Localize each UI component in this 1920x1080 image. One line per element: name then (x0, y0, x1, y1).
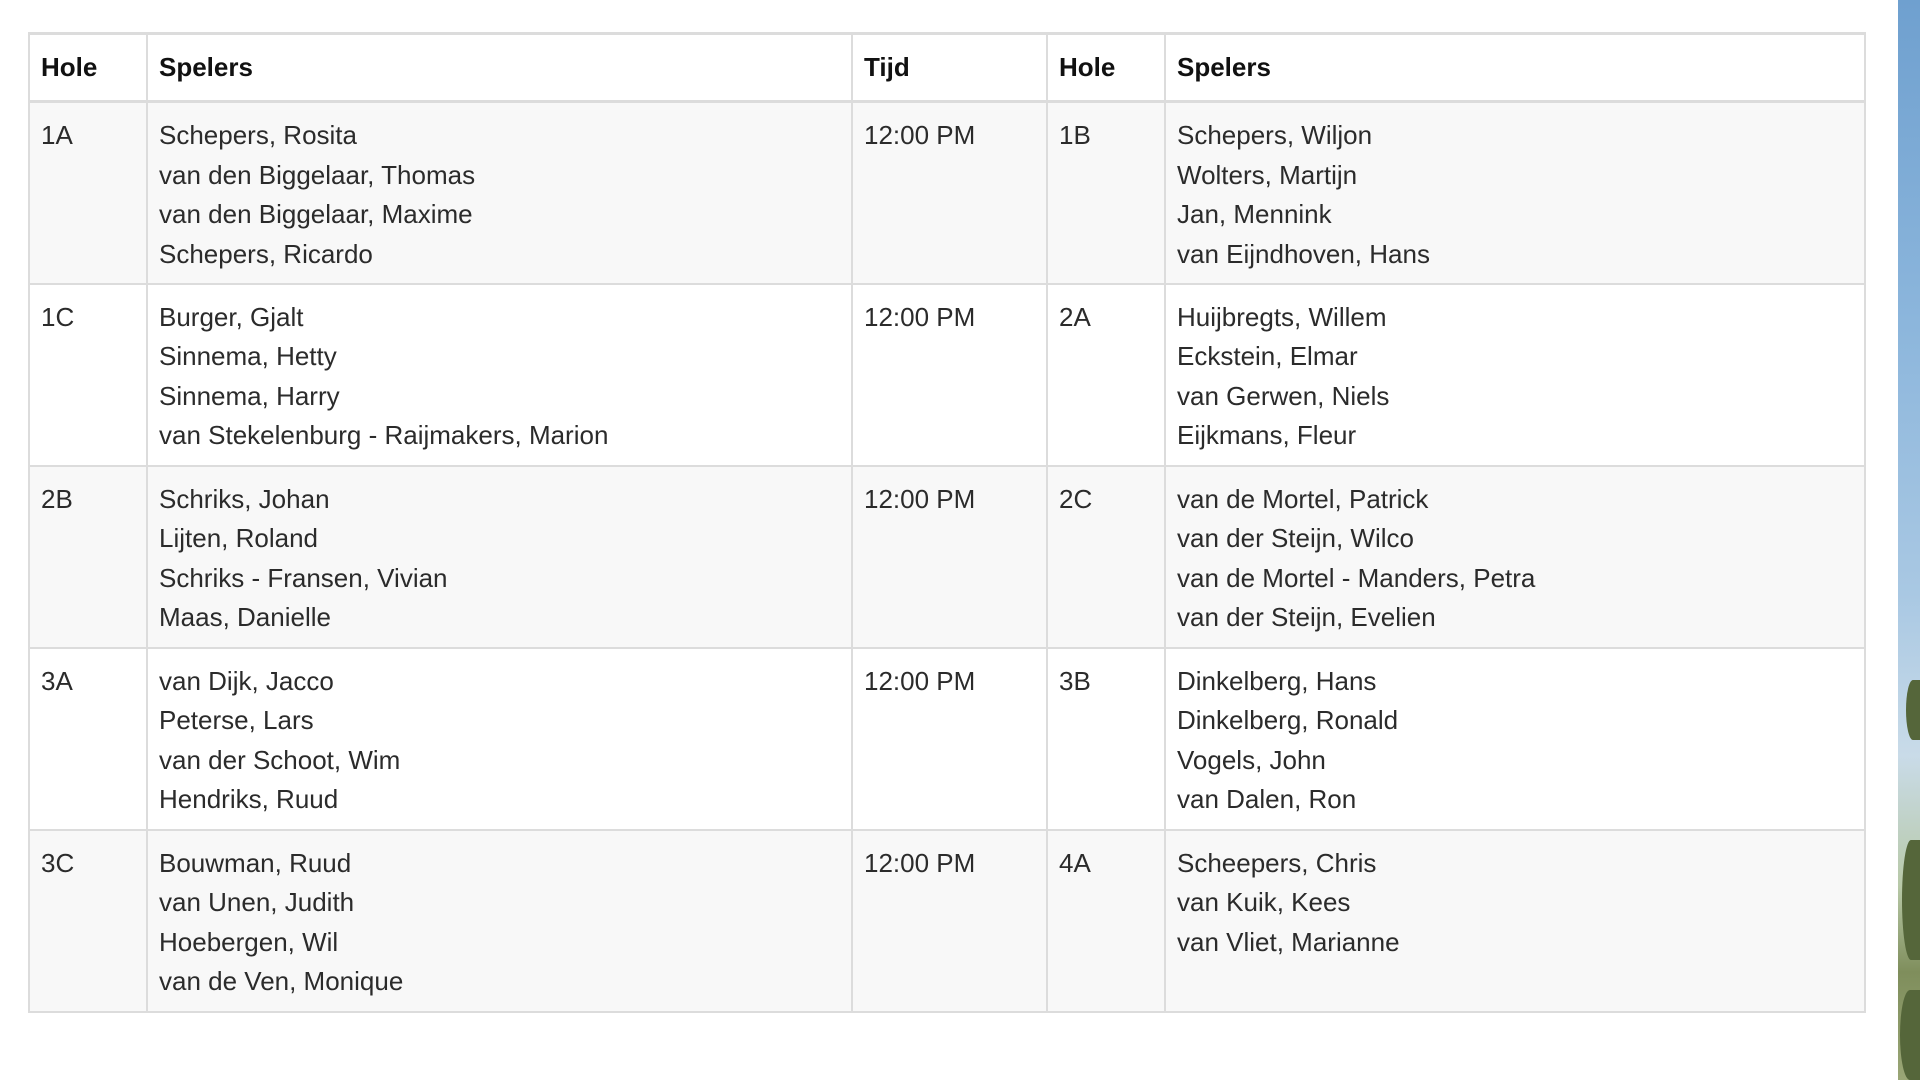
table-row: 2B Schriks, Johan Lijten, Roland Schriks… (30, 465, 1864, 649)
player-name: Schepers, Ricardo (159, 238, 373, 269)
player-name: Sinnema, Hetty (159, 341, 337, 371)
player-name: Huijbregts, Willem (1177, 301, 1387, 332)
player-name: Burger, Gjalt (159, 301, 304, 332)
player-name: Dinkelberg, Ronald (1177, 705, 1399, 735)
players-cell: Bouwman, Ruud van Unen, Judith Hoebergen… (147, 829, 853, 1013)
player-name: van Dalen, Ron (1177, 784, 1357, 814)
time-cell: 12:00 PM (852, 101, 1048, 285)
time-cell: 12:00 PM (852, 829, 1048, 1013)
hole-cell: 1C (30, 283, 148, 467)
player-name: Schepers, Rosita (159, 120, 357, 150)
players-cell: Schepers, Wiljon Wolters, Martijn Jan, M… (1165, 101, 1864, 285)
player-name: van Unen, Judith (159, 887, 355, 917)
player-name: Maas, Danielle (159, 602, 331, 632)
tree-foliage (1900, 990, 1920, 1080)
tee-time-table-container: Hole Spelers Tijd Hole Spelers 1A Schepe… (28, 32, 1866, 1013)
players-cell: van de Mortel, Patrick van der Steijn, W… (1165, 465, 1864, 649)
hole-cell: 2B (30, 465, 148, 649)
player-name: Sinnema, Harry (159, 380, 340, 411)
tree-foliage (1902, 840, 1920, 960)
table-row: 1A Schepers, Rosita van den Biggelaar, T… (30, 101, 1864, 285)
tee-time-table: Hole Spelers Tijd Hole Spelers 1A Schepe… (30, 35, 1864, 1013)
player-name: van Gerwen, Niels (1177, 380, 1390, 411)
hole-cell: 1A (30, 101, 148, 285)
player-name: van de Mortel - Manders, Petra (1177, 562, 1536, 593)
hole-cell: 3B (1047, 647, 1166, 831)
player-name: van der Steijn, Evelien (1177, 602, 1436, 632)
player-name: van Vliet, Marianne (1177, 926, 1400, 957)
players-cell: van Dijk, Jacco Peterse, Lars van der Sc… (147, 647, 853, 831)
players-cell: Schepers, Rosita van den Biggelaar, Thom… (147, 101, 853, 285)
player-name: Wolters, Martijn (1177, 159, 1358, 190)
hole-cell: 3A (30, 647, 148, 831)
tree-foliage (1906, 680, 1920, 740)
player-name: Scheepers, Chris (1177, 847, 1377, 878)
hole-cell: 3C (30, 829, 148, 1013)
header-time: Tijd (852, 35, 1048, 103)
header-hole-right: Hole (1047, 35, 1166, 103)
player-name: Schriks, Johan (159, 483, 330, 514)
player-name: Lijten, Roland (159, 523, 318, 553)
time-cell: 12:00 PM (852, 465, 1048, 649)
player-name: van Stekelenburg - Raijmakers, Marion (159, 420, 609, 450)
player-name: van de Ven, Monique (159, 966, 404, 996)
player-name: Vogels, John (1177, 744, 1326, 775)
hole-cell: 1B (1047, 101, 1166, 285)
background-photo-edge (1898, 0, 1920, 1080)
player-name: Peterse, Lars (159, 705, 314, 735)
players-cell: Scheepers, Chris van Kuik, Kees van Vlie… (1165, 829, 1864, 1013)
time-cell: 12:00 PM (852, 283, 1048, 467)
player-name: van Eijndhoven, Hans (1177, 238, 1430, 269)
player-name: Eckstein, Elmar (1177, 341, 1358, 371)
table-row: 3C Bouwman, Ruud van Unen, Judith Hoeber… (30, 829, 1864, 1013)
player-name: van de Mortel, Patrick (1177, 483, 1429, 514)
hole-cell: 2C (1047, 465, 1166, 649)
players-cell: Schriks, Johan Lijten, Roland Schriks - … (147, 465, 853, 649)
player-name: Schepers, Wiljon (1177, 120, 1373, 150)
players-cell: Dinkelberg, Hans Dinkelberg, Ronald Voge… (1165, 647, 1864, 831)
header-hole-left: Hole (30, 35, 148, 103)
player-name: van der Schoot, Wim (159, 744, 401, 775)
player-name: van der Steijn, Wilco (1177, 523, 1414, 553)
hole-cell: 4A (1047, 829, 1166, 1013)
players-cell: Huijbregts, Willem Eckstein, Elmar van G… (1165, 283, 1864, 467)
player-name: Eijkmans, Fleur (1177, 420, 1357, 450)
player-name: Hoebergen, Wil (159, 926, 339, 957)
time-cell: 12:00 PM (852, 647, 1048, 831)
table-row: 1C Burger, Gjalt Sinnema, Hetty Sinnema,… (30, 283, 1864, 467)
player-name: Hendriks, Ruud (159, 784, 339, 814)
player-name: van Dijk, Jacco (159, 665, 334, 696)
players-cell: Burger, Gjalt Sinnema, Hetty Sinnema, Ha… (147, 283, 853, 467)
player-name: Dinkelberg, Hans (1177, 665, 1377, 696)
hole-cell: 2A (1047, 283, 1166, 467)
player-name: van den Biggelaar, Thomas (159, 159, 476, 190)
table-header-row: Hole Spelers Tijd Hole Spelers (30, 35, 1864, 103)
player-name: van Kuik, Kees (1177, 887, 1351, 917)
page: Hole Spelers Tijd Hole Spelers 1A Schepe… (0, 0, 1920, 1080)
header-players-left: Spelers (147, 35, 853, 103)
player-name: Schriks - Fransen, Vivian (159, 562, 448, 593)
header-players-right: Spelers (1165, 35, 1864, 103)
player-name: Jan, Mennink (1177, 199, 1332, 229)
player-name: van den Biggelaar, Maxime (159, 199, 473, 229)
table-row: 3A van Dijk, Jacco Peterse, Lars van der… (30, 647, 1864, 831)
player-name: Bouwman, Ruud (159, 847, 352, 878)
